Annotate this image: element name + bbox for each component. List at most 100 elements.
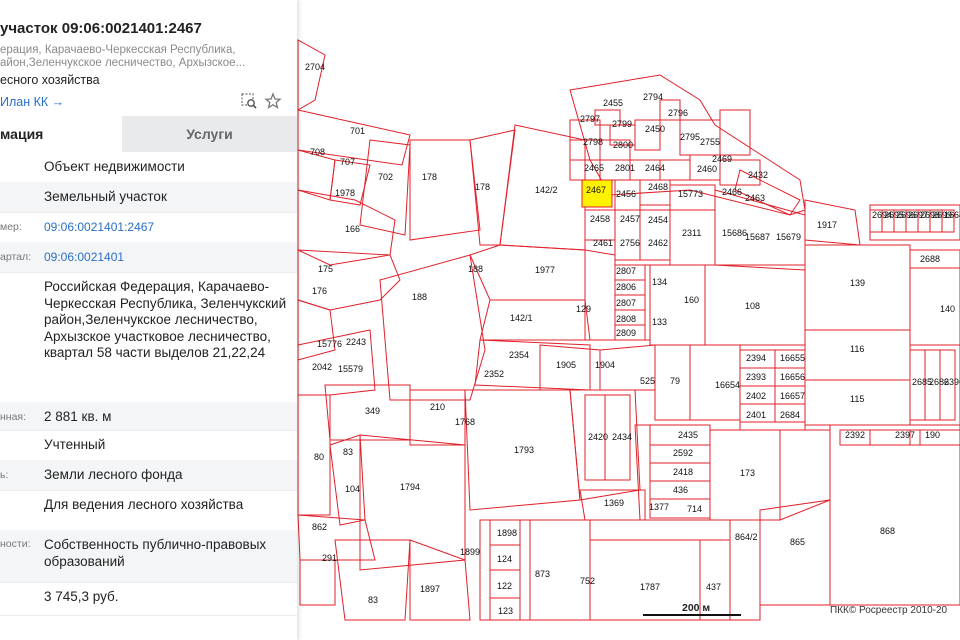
parcel-label: 173 bbox=[740, 468, 755, 478]
parcel-boundary[interactable] bbox=[297, 39, 326, 111]
parcel-label: 2401 bbox=[746, 410, 766, 420]
parcel-label: 83 bbox=[343, 447, 353, 457]
parcel-label: 2394 bbox=[746, 353, 766, 363]
parcel-boundary[interactable] bbox=[909, 249, 960, 346]
copyright-text: ПКК© Росреестр 2010-20 bbox=[830, 605, 948, 616]
parcel-boundary[interactable] bbox=[584, 249, 616, 341]
address-line: айон,Зеленчукское лесничество, Архызское… bbox=[0, 57, 246, 69]
attribute-row: Учтенный bbox=[0, 430, 297, 461]
attribute-label: ь: bbox=[0, 469, 9, 481]
parcel-label: 1897 bbox=[420, 584, 440, 594]
parcel-label: 2418 bbox=[673, 467, 693, 477]
parcel-label: 104 bbox=[345, 484, 360, 494]
parcel-label: 2461 bbox=[593, 238, 613, 248]
parcel-label: 178 bbox=[475, 182, 490, 192]
address-line: ерация, Карачаево-Черкесская Республика, bbox=[0, 44, 236, 56]
parcel-boundary[interactable] bbox=[297, 299, 336, 361]
parcel-label: 2466 bbox=[722, 187, 742, 197]
attribute-row: Для ведения лесного хозяйства bbox=[0, 490, 297, 531]
attribute-row: 3 745,3 руб. bbox=[0, 582, 297, 616]
parcel-label: 701 bbox=[350, 126, 365, 136]
parcel-label: 2454 bbox=[648, 215, 668, 225]
parcel-label: 16655 bbox=[780, 353, 805, 363]
parcel-label: 2460 bbox=[697, 164, 717, 174]
parcel-label: 15579 bbox=[338, 364, 363, 374]
parcel-label: 1768 bbox=[455, 417, 475, 427]
parcel-boundary[interactable] bbox=[359, 434, 466, 571]
parcel-label: 1899 bbox=[460, 547, 480, 557]
parcel-label: 2756 bbox=[620, 238, 640, 248]
zoom-to-parcel-icon[interactable] bbox=[240, 92, 258, 110]
parcel-label: 2243 bbox=[346, 337, 366, 347]
parcel-boundary[interactable] bbox=[829, 424, 960, 606]
parcel-label: 2435 bbox=[678, 430, 698, 440]
attribute-row: Российская Федерация, Карачаево-Черкесск… bbox=[0, 272, 297, 403]
parcel-label: 1905 bbox=[556, 360, 576, 370]
parcel-label: 2797 bbox=[580, 114, 600, 124]
parcel-label: 139 bbox=[850, 278, 865, 288]
parcel-label: 1369 bbox=[604, 498, 624, 508]
parcel-label: 122 bbox=[497, 581, 512, 591]
parcel-boundary[interactable] bbox=[359, 139, 411, 236]
parcel-label: 2432 bbox=[748, 170, 768, 180]
parcel-label: 16654 bbox=[715, 380, 740, 390]
parcel-boundary[interactable] bbox=[379, 254, 486, 401]
parcel-boundary[interactable] bbox=[469, 244, 586, 301]
parcel-label: 16648 bbox=[944, 210, 960, 220]
parcel-boundary[interactable] bbox=[409, 139, 481, 241]
parcel-label: 2455 bbox=[603, 98, 623, 108]
attribute-value: 3 745,3 руб. bbox=[44, 589, 119, 604]
parcel-label: 133 bbox=[652, 317, 667, 327]
info-panel: участок 09:06:0021401:2467 ерация, Карач… bbox=[0, 0, 297, 640]
parcel-label: 79 bbox=[670, 376, 680, 386]
plan-kk-link[interactable]: Илан КК → bbox=[0, 95, 64, 109]
parcel-label: 2684 bbox=[780, 410, 800, 420]
parcel-boundary[interactable] bbox=[719, 109, 751, 156]
tab-bar: мация Услуги bbox=[0, 116, 297, 152]
parcel-label: 752 bbox=[580, 576, 595, 586]
parcel-label: 2463 bbox=[745, 193, 765, 203]
parcel-label: 2800 bbox=[613, 140, 633, 150]
parcel-label: 2592 bbox=[673, 448, 693, 458]
parcel-boundary[interactable] bbox=[297, 249, 401, 311]
tab-services[interactable]: Услуги bbox=[122, 116, 297, 152]
attribute-value: Земельный участок bbox=[44, 189, 167, 204]
tab-info[interactable]: мация bbox=[0, 116, 122, 152]
parcel-boundary[interactable] bbox=[759, 499, 831, 606]
parcel-label: 2796 bbox=[668, 108, 688, 118]
parcel-label: 868 bbox=[880, 526, 895, 536]
star-icon[interactable] bbox=[264, 92, 282, 110]
parcel-label: 2807 bbox=[616, 298, 636, 308]
parcel-label: 140 bbox=[940, 304, 955, 314]
parcel-label: 873 bbox=[535, 569, 550, 579]
parcel-label: 15679 bbox=[776, 232, 801, 242]
parcel-label: 1978 bbox=[335, 188, 355, 198]
parcel-label: 160 bbox=[684, 295, 699, 305]
parcel-label: 2468 bbox=[648, 182, 668, 192]
parcel-label: 2352 bbox=[484, 369, 504, 379]
attribute-row: Объект недвижимости bbox=[0, 152, 297, 183]
parcel-label: 134 bbox=[652, 277, 667, 287]
parcel-label: 2809 bbox=[616, 328, 636, 338]
parcel-label: 2469 bbox=[712, 154, 732, 164]
parcel-label: 1977 bbox=[535, 265, 555, 275]
attribute-row: нная: 2 881 кв. м bbox=[0, 402, 297, 431]
cadastral-number-link[interactable]: 09:06:0021401:2467 bbox=[44, 219, 290, 236]
attribute-label: ности: bbox=[0, 538, 31, 550]
parcel-boundary[interactable] bbox=[297, 149, 336, 201]
cadastral-number-link[interactable]: 09:06:0021401 bbox=[44, 249, 290, 266]
parcel-label: 708 bbox=[310, 147, 325, 157]
parcel-label: 707 bbox=[340, 157, 355, 167]
parcel-boundary[interactable] bbox=[299, 559, 336, 606]
parcel-label: 436 bbox=[673, 485, 688, 495]
parcel-boundary[interactable] bbox=[804, 329, 911, 381]
attribute-label: нная: bbox=[0, 411, 27, 423]
parcel-label: 2450 bbox=[645, 124, 665, 134]
parcel-label: 2354 bbox=[509, 350, 529, 360]
parcel-label: 80 bbox=[314, 452, 324, 462]
parcel-label: 2795 bbox=[680, 132, 700, 142]
parcel-label: 865 bbox=[790, 537, 805, 547]
parcel-boundary[interactable] bbox=[479, 299, 591, 341]
parcel-label: 2755 bbox=[700, 137, 720, 147]
tab-info-label: мация bbox=[0, 126, 44, 142]
